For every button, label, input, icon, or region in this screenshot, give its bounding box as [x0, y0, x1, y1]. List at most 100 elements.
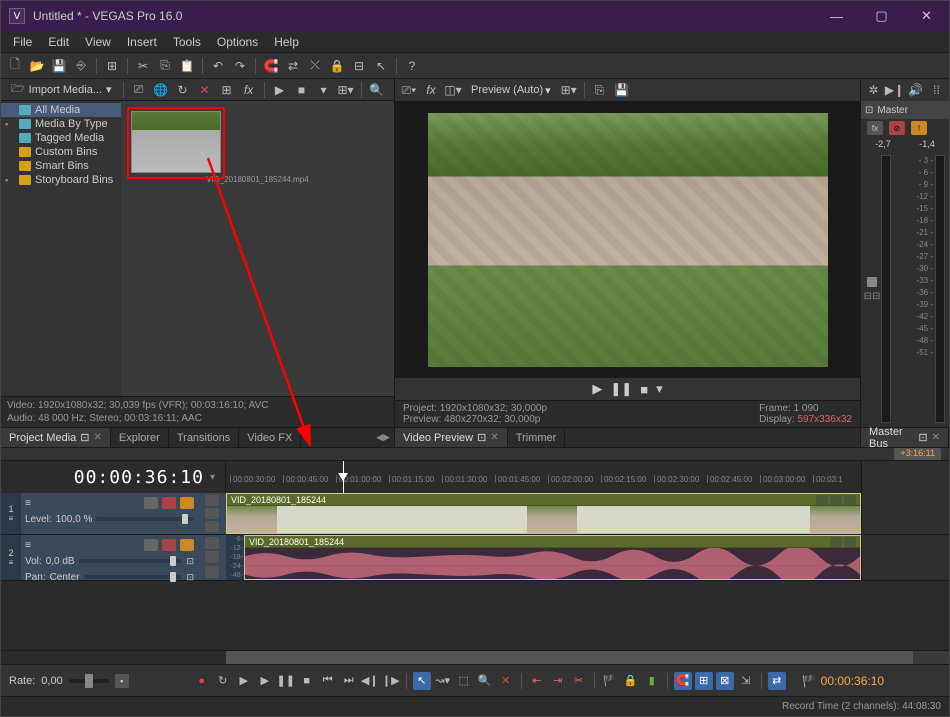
track-motion-icon[interactable]: [205, 495, 219, 506]
record-icon[interactable]: ●: [193, 672, 211, 690]
split-screen-icon[interactable]: ◫▾: [443, 80, 463, 100]
region-icon[interactable]: ▮: [643, 672, 661, 690]
autoripple-icon[interactable]: ⇄: [283, 56, 303, 76]
level-slider[interactable]: [96, 517, 194, 521]
tab-master-bus[interactable]: Master Bus ⊡ ✕: [861, 428, 949, 447]
vol-value[interactable]: 0,0 dB: [46, 556, 75, 567]
stop-icon[interactable]: ■: [298, 672, 316, 690]
ignore-grouping-icon[interactable]: ⊟: [349, 56, 369, 76]
redo-icon[interactable]: ↷: [230, 56, 250, 76]
lock-icon[interactable]: 🔒: [622, 672, 640, 690]
views-icon[interactable]: ⊞▾: [336, 80, 356, 100]
menu-view[interactable]: View: [77, 33, 119, 51]
touch-icon[interactable]: ⊡: [186, 556, 194, 567]
timeline-timecode[interactable]: 00:00:36:10: [74, 467, 204, 488]
menu-edit[interactable]: Edit: [40, 33, 77, 51]
tree-custom-bins[interactable]: Custom Bins: [1, 145, 121, 159]
go-end-icon[interactable]: ⏭: [340, 672, 358, 690]
next-frame-icon[interactable]: ❙▶: [382, 672, 400, 690]
preview-viewport[interactable]: [395, 101, 860, 378]
audio-track-header[interactable]: 2 ≡ ≡ Vol:: [1, 535, 226, 580]
automation-icon[interactable]: [205, 566, 219, 578]
autocrossfade-icon[interactable]: ⤬: [305, 56, 325, 76]
media-properties-icon[interactable]: ⊞: [217, 80, 237, 100]
track-mute-icon[interactable]: [162, 497, 176, 509]
timeline-ruler[interactable]: 00:00:30:00 00:00:45:00 00:01:00:00 00:0…: [226, 461, 861, 493]
trim-end-icon[interactable]: ⇥: [549, 672, 567, 690]
rate-slider[interactable]: [69, 679, 109, 683]
timeline-scrollbar[interactable]: [1, 650, 949, 664]
menu-insert[interactable]: Insert: [119, 33, 165, 51]
normal-edit-tool-icon[interactable]: ↖: [413, 672, 431, 690]
search-media-icon[interactable]: 🔍: [367, 80, 387, 100]
track-fx-icon[interactable]: [205, 508, 219, 519]
snap-enable-icon[interactable]: 🧲: [674, 672, 692, 690]
get-media-icon[interactable]: 🌐: [151, 80, 171, 100]
scroll-right-icon[interactable]: ▶: [383, 432, 390, 443]
titlebar[interactable]: V Untitled * - VEGAS Pro 16.0 — ▢ ✕: [1, 1, 949, 31]
tab-trimmer[interactable]: Trimmer: [508, 428, 566, 447]
autopreview-icon[interactable]: ▾: [314, 80, 334, 100]
video-output-fx-icon[interactable]: fx: [421, 80, 441, 100]
pan-slider[interactable]: [84, 575, 183, 579]
maximize-button[interactable]: ▢: [859, 1, 904, 31]
media-fx-icon[interactable]: fx: [239, 80, 259, 100]
timecode-dropdown-icon[interactable]: ▾: [210, 472, 215, 483]
preview-play-icon[interactable]: ▶: [270, 80, 290, 100]
split-icon[interactable]: ✂: [570, 672, 588, 690]
overlays-icon[interactable]: ⊞▾: [559, 80, 579, 100]
tab-close-icon[interactable]: ✕: [93, 432, 101, 443]
play-start-icon[interactable]: ▶: [235, 672, 253, 690]
minimize-button[interactable]: —: [814, 1, 859, 31]
new-file-icon[interactable]: 🗋: [5, 56, 25, 76]
import-media-button[interactable]: 🗁 Import Media... ▾: [5, 81, 118, 99]
open-file-icon[interactable]: 📂: [27, 56, 47, 76]
tab-video-preview[interactable]: Video Preview ⊡ ✕: [395, 428, 508, 447]
track-solo-icon[interactable]: [180, 497, 194, 509]
marker-icon[interactable]: 🏴: [601, 672, 619, 690]
trim-start-icon[interactable]: ⇤: [528, 672, 546, 690]
quantize-icon[interactable]: ⊞: [695, 672, 713, 690]
video-track-header[interactable]: 1 ≡ ≡ Level:: [1, 493, 226, 534]
save-file-icon[interactable]: 💾: [49, 56, 69, 76]
pause-icon[interactable]: ❚❚: [277, 672, 295, 690]
properties-icon[interactable]: ⊞: [102, 56, 122, 76]
tree-all-media[interactable]: All Media: [1, 103, 121, 117]
close-button[interactable]: ✕: [904, 1, 949, 31]
loop-icon[interactable]: ↻: [214, 672, 232, 690]
stop-button[interactable]: ■: [640, 382, 648, 397]
fader-handle[interactable]: [867, 277, 877, 287]
copy-icon[interactable]: ⎘: [155, 56, 175, 76]
capture-icon[interactable]: ⎚: [129, 80, 149, 100]
pin-icon[interactable]: ⊡: [918, 431, 927, 444]
track-options-icon[interactable]: ≡: [25, 498, 31, 509]
media-thumbnail[interactable]: [131, 111, 221, 173]
menu-options[interactable]: Options: [209, 33, 266, 51]
scroll-left-icon[interactable]: ◀: [376, 432, 383, 443]
save-snapshot-icon[interactable]: 💾: [612, 80, 632, 100]
tab-close-icon[interactable]: ✕: [490, 432, 498, 443]
audio-clip-area[interactable]: -6- -12- -18- -24- -48- VID_20180801_185…: [226, 535, 861, 580]
track-options-icon[interactable]: ≡: [25, 540, 31, 551]
audio-clip[interactable]: VID_20180801_185244: [244, 535, 861, 580]
track-fx-icon[interactable]: [205, 551, 219, 563]
fader-link-icon[interactable]: ⊟⊟: [864, 291, 881, 302]
event-fx-icon[interactable]: [830, 537, 842, 547]
track-mute-icon[interactable]: [162, 539, 176, 551]
generated-media-icon[interactable]: [844, 495, 856, 505]
tab-project-media[interactable]: Project Media ⊡ ✕: [1, 428, 111, 447]
invert-phase-icon[interactable]: [205, 537, 219, 549]
pin-icon[interactable]: ⊡: [80, 431, 89, 444]
snap-grid-icon[interactable]: ⊠: [716, 672, 734, 690]
automation-icon[interactable]: [205, 521, 219, 532]
scroll-thumb[interactable]: [226, 651, 913, 664]
lock-envelope-icon[interactable]: 🔒: [327, 56, 347, 76]
total-timecode[interactable]: +3:16:11: [894, 448, 941, 460]
remove-media-icon[interactable]: ✕: [195, 80, 215, 100]
tab-explorer[interactable]: Explorer: [111, 428, 169, 447]
dim-icon[interactable]: 🔊: [906, 80, 926, 100]
menu-file[interactable]: File: [5, 33, 40, 51]
play-icon[interactable]: ▶: [256, 672, 274, 690]
master-fx-icon[interactable]: fx: [867, 121, 883, 135]
help-icon[interactable]: ?: [402, 56, 422, 76]
